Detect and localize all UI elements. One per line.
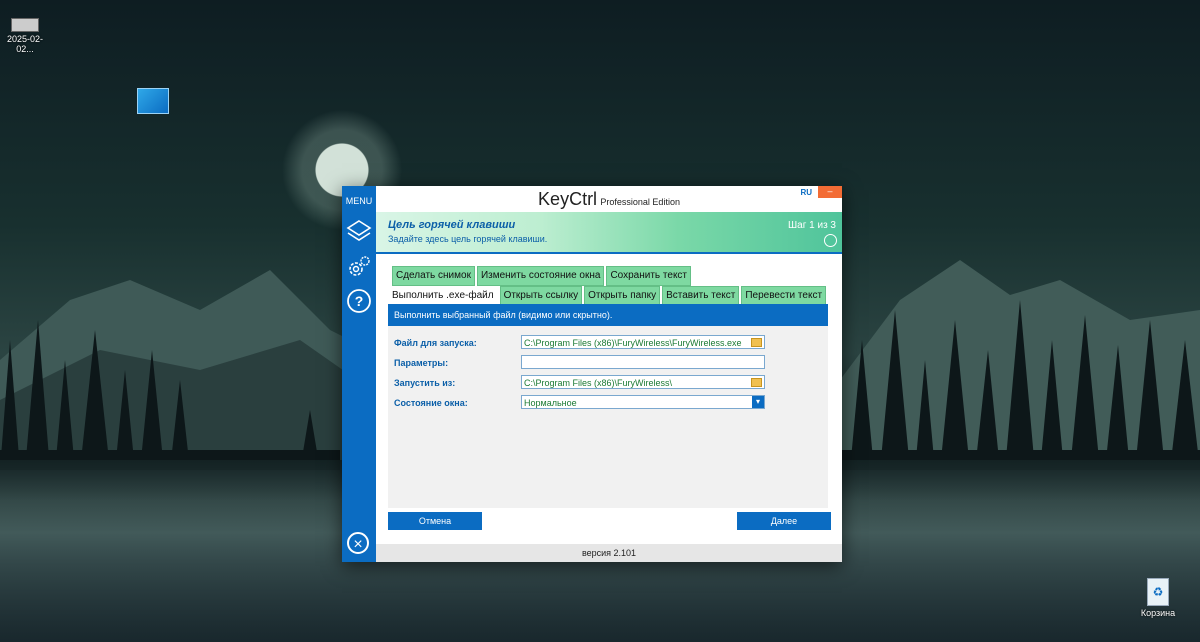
tab-paste-text[interactable]: Вставить текст [662,286,740,306]
window-state-select[interactable]: Нормальное ▾ [521,395,765,409]
content-area: Сделать снимок Изменить состояние окна С… [388,266,828,510]
version-footer: версия 2.101 [376,544,842,562]
tab-screenshot[interactable]: Сделать снимок [392,266,475,286]
tabs-row-1: Сделать снимок Изменить состояние окна С… [392,266,692,286]
menu-label[interactable]: MENU [342,196,376,206]
close-icon[interactable]: × [347,532,369,554]
monitor-icon [11,18,39,32]
step-banner: Цель горячей клавиши Задайте здесь цель … [376,212,842,254]
app-title-edition: Professional Edition [600,197,680,207]
minimize-button[interactable]: – [818,186,842,198]
window-app-icon [137,88,169,114]
run-exe-panel: Выполнить выбранный файл (видимо или скр… [388,304,828,508]
banner-description: Задайте здесь цель горячей клавиши. [388,234,548,244]
startin-input[interactable]: C:\Program Files (x86)\FuryWireless\ [521,375,765,389]
language-switch[interactable]: RU [800,188,812,197]
app-title: KeyCtrl Professional Edition [376,189,842,210]
startin-input-value: C:\Program Files (x86)\FuryWireless\ [524,378,673,388]
desktop-shortcut-icon[interactable] [137,88,169,114]
window-state-label: Состояние окна: [394,398,468,408]
tab-open-link[interactable]: Открыть ссылку [499,286,583,306]
folder-icon[interactable] [751,378,762,387]
app-title-main: KeyCtrl [538,189,598,209]
file-input[interactable]: C:\Program Files (x86)\FuryWireless\Fury… [521,335,765,349]
next-button[interactable]: Далее [737,512,831,530]
params-input[interactable] [521,355,765,369]
recycle-bin-label: Корзина [1140,608,1176,618]
sidebar: MENU ? × [342,186,376,562]
layers-icon[interactable] [346,218,372,244]
title-bar: KeyCtrl Professional Edition RU – [376,186,842,212]
desktop-file-label: 2025-02-02... [6,34,44,54]
file-input-value: C:\Program Files (x86)\FuryWireless\Fury… [524,338,742,348]
help-icon[interactable]: ? [346,288,372,314]
power-icon [824,234,837,247]
startin-label: Запустить из: [394,378,456,388]
banner-heading: Цель горячей клавиши [388,219,516,231]
tab-run-exe[interactable]: Выполнить .exe-файл [388,286,498,306]
chevron-down-icon[interactable]: ▾ [752,396,764,408]
tab-translate-text[interactable]: Перевести текст [741,286,827,306]
folder-icon[interactable] [751,338,762,347]
recycle-bin-icon: ♻ [1147,578,1169,606]
tab-open-folder[interactable]: Открыть папку [584,286,661,306]
settings-gear-icon[interactable] [346,254,372,280]
step-indicator: Шаг 1 из 3 [787,220,836,231]
tabs-row-2: Выполнить .exe-файл Открыть ссылку Откры… [388,286,827,306]
tab-change-window-state[interactable]: Изменить состояние окна [476,266,605,286]
svg-text:?: ? [355,293,364,309]
file-label: Файл для запуска: [394,338,477,348]
tab-save-text[interactable]: Сохранить текст [606,266,692,286]
recycle-bin[interactable]: ♻ Корзина [1138,578,1178,618]
panel-description: Выполнить выбранный файл (видимо или скр… [388,304,828,326]
params-label: Параметры: [394,358,449,368]
window-state-value: Нормальное [524,398,577,408]
cancel-button[interactable]: Отмена [388,512,482,530]
keyctrl-window: MENU ? × KeyCtrl Professional Edition RU… [342,186,842,562]
desktop-file-icon[interactable]: 2025-02-02... [2,18,48,54]
